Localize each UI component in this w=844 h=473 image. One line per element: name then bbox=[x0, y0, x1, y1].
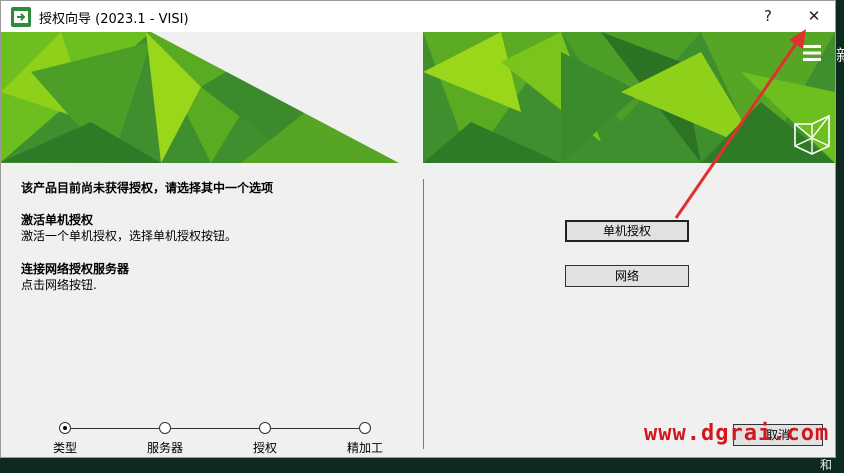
license-wizard-window: 授权向导 (2023.1 - VISI) ? ✕ 该产品目前尚未获得授权，请选择… bbox=[0, 0, 836, 458]
step-type-radio bbox=[59, 422, 71, 434]
hexagon-logo-icon bbox=[794, 114, 830, 155]
step-license-label: 授权 bbox=[252, 441, 278, 455]
standalone-option-desc: 激活一个单机授权，选择单机授权按钮。 bbox=[21, 229, 238, 243]
page-heading: 该产品目前尚未获得授权，请选择其中一个选项 bbox=[21, 181, 274, 195]
step-server-label: 服务器 bbox=[146, 441, 184, 455]
standalone-license-button[interactable]: 单机授权 bbox=[565, 220, 689, 242]
step-connector bbox=[171, 428, 259, 429]
step-finish-label: 精加工 bbox=[346, 441, 384, 455]
network-option-title: 连接网络授权服务器 bbox=[21, 262, 130, 276]
close-button[interactable]: ✕ bbox=[791, 1, 837, 32]
step-server-radio bbox=[159, 422, 171, 434]
watermark-text: www.dgrai.com bbox=[644, 421, 830, 446]
help-button[interactable]: ? bbox=[745, 1, 791, 32]
step-license-radio bbox=[259, 422, 271, 434]
title-bar: 授权向导 (2023.1 - VISI) ? ✕ bbox=[1, 1, 835, 32]
step-connector bbox=[271, 428, 359, 429]
network-option-desc: 点击网络按钮. bbox=[21, 278, 97, 292]
wizard-content: 该产品目前尚未获得授权，请选择其中一个选项 激活单机授权 激活一个单机授权，选择… bbox=[1, 163, 835, 457]
panel-divider bbox=[423, 179, 424, 449]
step-active-dot bbox=[63, 426, 67, 430]
backdrop-glyph-bottom: 和 bbox=[820, 458, 833, 472]
app-icon bbox=[11, 7, 31, 27]
step-connector bbox=[71, 428, 159, 429]
step-finish-radio bbox=[359, 422, 371, 434]
step-type-label: 类型 bbox=[52, 441, 78, 455]
hamburger-menu-icon[interactable] bbox=[801, 42, 823, 64]
backdrop-glyph: 新 bbox=[836, 42, 844, 66]
banner-gap bbox=[399, 32, 423, 163]
network-button[interactable]: 网络 bbox=[565, 265, 689, 287]
standalone-option-title: 激活单机授权 bbox=[21, 213, 94, 227]
window-title: 授权向导 (2023.1 - VISI) bbox=[39, 12, 189, 27]
header-banner bbox=[1, 32, 835, 163]
